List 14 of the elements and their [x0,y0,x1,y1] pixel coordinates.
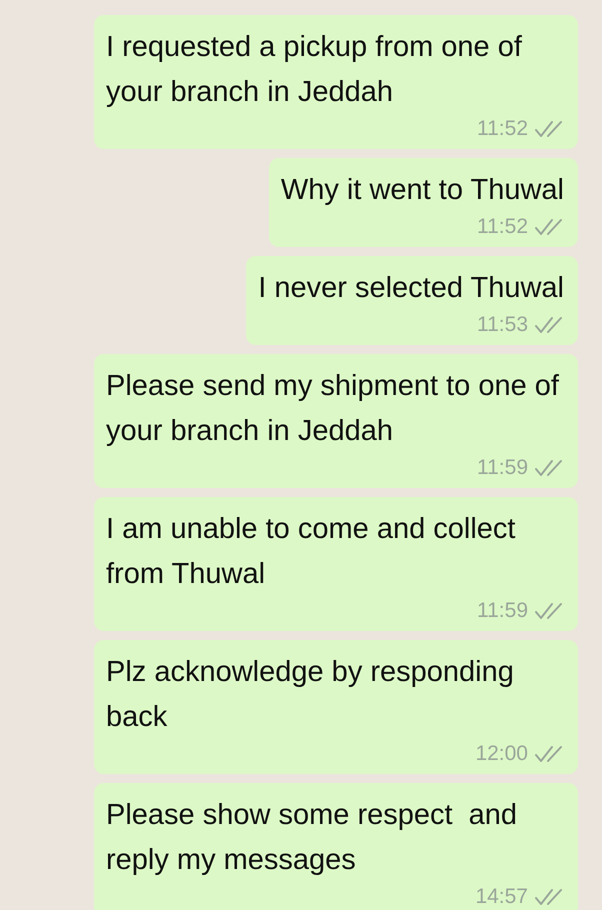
message-text: Plz acknowledge by responding back [106,655,515,735]
message-text: I requested a pickup from one of your branch in Jeddah [106,30,523,110]
message-text: Why it went to Thuwal [280,173,564,208]
message-time: 11:52 [477,215,528,239]
message-text: Please show some respect and reply my messages [106,798,518,878]
message-time: 11:52 [477,117,528,141]
message-time: 12:00 [475,742,528,766]
message-text: I am unable to come and collect from Thuwal [106,512,516,592]
message-text: I never selected Thuwal [258,271,564,306]
message-time: 11:53 [477,313,528,337]
message-time: 14:57 [475,885,528,909]
message-time: 11:59 [477,599,528,623]
message-text: Please send my shipment to one of your branch in Jeddah [106,369,560,449]
message-time: 11:59 [477,456,528,480]
